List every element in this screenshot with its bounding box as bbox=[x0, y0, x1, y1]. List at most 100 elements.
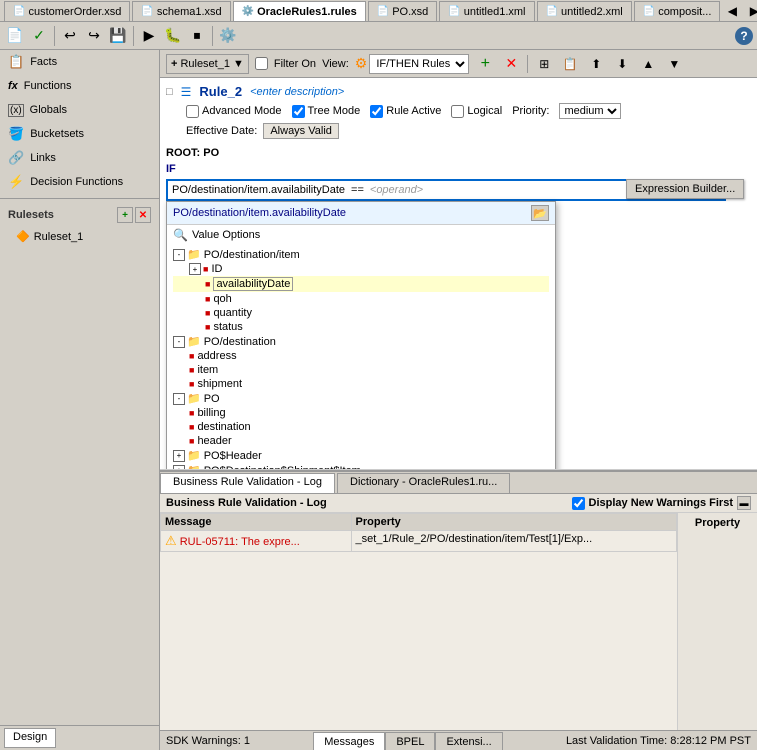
collapse-all-btn[interactable]: ▼ bbox=[664, 54, 684, 74]
tab-schema1[interactable]: 📄 schema1.xsd bbox=[132, 1, 230, 21]
rule-edit-area: □ ☰ Rule_2 <enter description> Advanced … bbox=[160, 78, 757, 470]
tree-node-po-dest-item[interactable]: - 📁 PO/destination/item bbox=[173, 247, 549, 262]
tree-node-id[interactable]: + ■ ID bbox=[173, 262, 549, 276]
tree-node-item[interactable]: ■ item bbox=[173, 363, 549, 377]
expand-icon2[interactable]: - bbox=[173, 336, 185, 348]
rule-active-option: Rule Active bbox=[370, 105, 441, 118]
rule-date-row: Effective Date: Always Valid bbox=[186, 123, 751, 139]
tab-customerorder[interactable]: 📄 customerOrder.xsd bbox=[4, 1, 130, 21]
facts-icon: 📋 bbox=[8, 54, 24, 70]
design-tab[interactable]: Design bbox=[4, 728, 56, 748]
bottom-tabs: Business Rule Validation - Log Dictionar… bbox=[160, 472, 757, 494]
messages-tab[interactable]: Messages bbox=[313, 732, 385, 750]
delete-red-btn[interactable]: ✕ bbox=[501, 54, 521, 74]
add-ruleset-btn[interactable]: + bbox=[117, 207, 133, 223]
tree-node-po[interactable]: - 📁 PO bbox=[173, 391, 549, 406]
undo-btn[interactable]: ↩ bbox=[59, 25, 81, 47]
paste-btn[interactable]: 📋 bbox=[560, 54, 580, 74]
display-warnings-option: Display New Warnings First ▬ bbox=[572, 496, 751, 510]
redo-btn[interactable]: ↪ bbox=[83, 25, 105, 47]
priority-select[interactable]: medium low high bbox=[559, 103, 621, 119]
logical-checkbox[interactable] bbox=[451, 105, 464, 118]
advanced-mode-checkbox[interactable] bbox=[186, 105, 199, 118]
expression-operand[interactable]: <operand> bbox=[370, 184, 423, 196]
tab-bar: 📄 customerOrder.xsd 📄 schema1.xsd ⚙️ Ora… bbox=[0, 0, 757, 22]
expand-icon[interactable]: + bbox=[189, 263, 201, 275]
display-warnings-checkbox[interactable] bbox=[572, 497, 585, 510]
tree-node-quantity[interactable]: ■ quantity bbox=[173, 306, 549, 320]
node-attr-icon3: ■ bbox=[205, 294, 210, 304]
sidebar-item-bucketsets[interactable]: 🪣 Bucketsets bbox=[0, 122, 159, 146]
check-btn[interactable]: ✓ bbox=[28, 25, 50, 47]
collapse-panel-btn[interactable]: ▬ bbox=[737, 496, 751, 510]
save-btn[interactable]: 💾 bbox=[107, 25, 129, 47]
tree-node-posdestshipitem[interactable]: + 📁 PO$Destination$Shipment$Item bbox=[173, 463, 549, 470]
remove-ruleset-btn[interactable]: ✕ bbox=[135, 207, 151, 223]
sidebar-item-decisionfunctions[interactable]: ⚡ Decision Functions bbox=[0, 170, 159, 194]
expand-icon[interactable]: - bbox=[173, 249, 185, 261]
sidebar-item-functions[interactable]: fx Functions bbox=[0, 74, 159, 98]
debug-btn[interactable]: 🐛 bbox=[162, 25, 184, 47]
filter-on-checkbox[interactable] bbox=[255, 57, 268, 70]
links-icon: 🔗 bbox=[8, 150, 24, 166]
new-btn[interactable]: 📄 bbox=[4, 25, 26, 47]
expression-builder-btn[interactable]: Expression Builder... bbox=[626, 179, 744, 199]
dropdown-field-btn[interactable]: 📂 bbox=[531, 205, 549, 221]
rule-description[interactable]: <enter description> bbox=[250, 86, 344, 98]
nav-left-btn[interactable]: ◀ bbox=[722, 1, 742, 21]
tree-node-po-dest[interactable]: - 📁 PO/destination bbox=[173, 334, 549, 349]
tree-node-status[interactable]: ■ status bbox=[173, 320, 549, 334]
nav-right-btn[interactable]: ▶ bbox=[744, 1, 757, 21]
node-attr-icon4: ■ bbox=[205, 308, 210, 318]
expand-icon4[interactable]: + bbox=[173, 450, 185, 462]
add-green-btn[interactable]: + bbox=[475, 54, 495, 74]
move-down-btn[interactable]: ⬇ bbox=[612, 54, 632, 74]
tab-oraclerules[interactable]: ⚙️ OracleRules1.rules bbox=[233, 1, 366, 21]
tree-node-posheader[interactable]: + 📁 PO$Header bbox=[173, 448, 549, 463]
add-rule-btn[interactable]: + Ruleset_1 ▼ bbox=[166, 54, 249, 74]
run-btn[interactable]: ▶ bbox=[138, 25, 160, 47]
tab-untitled2[interactable]: 📄 untitled2.xml bbox=[537, 1, 632, 21]
tree-node-destination[interactable]: ■ destination bbox=[173, 420, 549, 434]
rule-name: Rule_2 bbox=[199, 84, 242, 99]
settings-btn[interactable]: ⚙️ bbox=[217, 25, 239, 47]
tree-node-shipment[interactable]: ■ shipment bbox=[173, 377, 549, 391]
tree-mode-label: Tree Mode bbox=[308, 105, 361, 117]
tree-node-billing[interactable]: ■ billing bbox=[173, 406, 549, 420]
node-attr-icon: ■ bbox=[203, 264, 208, 274]
rule-active-checkbox[interactable] bbox=[370, 105, 383, 118]
tree-node-qoh[interactable]: ■ qoh bbox=[173, 292, 549, 306]
move-up-btn[interactable]: ⬆ bbox=[586, 54, 606, 74]
rulesets-buttons: + ✕ bbox=[117, 207, 151, 223]
expand-icon3[interactable]: - bbox=[173, 393, 185, 405]
logical-option: Logical bbox=[451, 105, 502, 118]
dropdown-field-row: PO/destination/item.availabilityDate 📂 bbox=[167, 202, 555, 225]
dictionary-tab[interactable]: Dictionary - OracleRules1.ru... bbox=[337, 473, 510, 493]
ruleset-toolbar: + Ruleset_1 ▼ Filter On View: ⚙ IF/THEN … bbox=[160, 50, 757, 78]
bottom-panel: Business Rule Validation - Log Dictionar… bbox=[160, 470, 757, 750]
sidebar-item-globals[interactable]: (x) Globals bbox=[0, 98, 159, 122]
tree-node-address[interactable]: ■ address bbox=[173, 349, 549, 363]
extensi-tab[interactable]: Extensi... bbox=[435, 732, 502, 750]
sidebar-item-facts[interactable]: 📋 Facts bbox=[0, 50, 159, 74]
tab-poxsd[interactable]: 📄 PO.xsd bbox=[368, 1, 438, 21]
tree-mode-option: Tree Mode bbox=[292, 105, 361, 118]
ruleset-item-1[interactable]: 🔶 Ruleset_1 bbox=[0, 227, 159, 246]
bpel-tab[interactable]: BPEL bbox=[385, 732, 435, 750]
last-validation-time: Last Validation Time: 8:28:12 PM PST bbox=[566, 735, 751, 747]
tab-composit[interactable]: 📄 composit... bbox=[634, 1, 721, 21]
expand-all-btn[interactable]: ▲ bbox=[638, 54, 658, 74]
tree-mode-checkbox[interactable] bbox=[292, 105, 305, 118]
always-valid-button[interactable]: Always Valid bbox=[263, 123, 339, 139]
stop-btn[interactable]: ⏹ bbox=[186, 25, 208, 47]
copy-btn[interactable]: ⊞ bbox=[534, 54, 554, 74]
tree-node-availabilitydate[interactable]: ■ availabilityDate bbox=[173, 276, 549, 292]
view-dropdown[interactable]: IF/THEN Rules Decision Table General Rul… bbox=[369, 54, 469, 74]
error-message: RUL-05711: The expre... bbox=[180, 536, 300, 548]
root-label: ROOT: PO bbox=[166, 147, 751, 159]
help-btn[interactable]: ? bbox=[735, 27, 753, 45]
tree-node-header[interactable]: ■ header bbox=[173, 434, 549, 448]
tab-untitled1[interactable]: 📄 untitled1.xml bbox=[439, 1, 534, 21]
validation-tab[interactable]: Business Rule Validation - Log bbox=[160, 473, 335, 493]
sidebar-item-links[interactable]: 🔗 Links bbox=[0, 146, 159, 170]
